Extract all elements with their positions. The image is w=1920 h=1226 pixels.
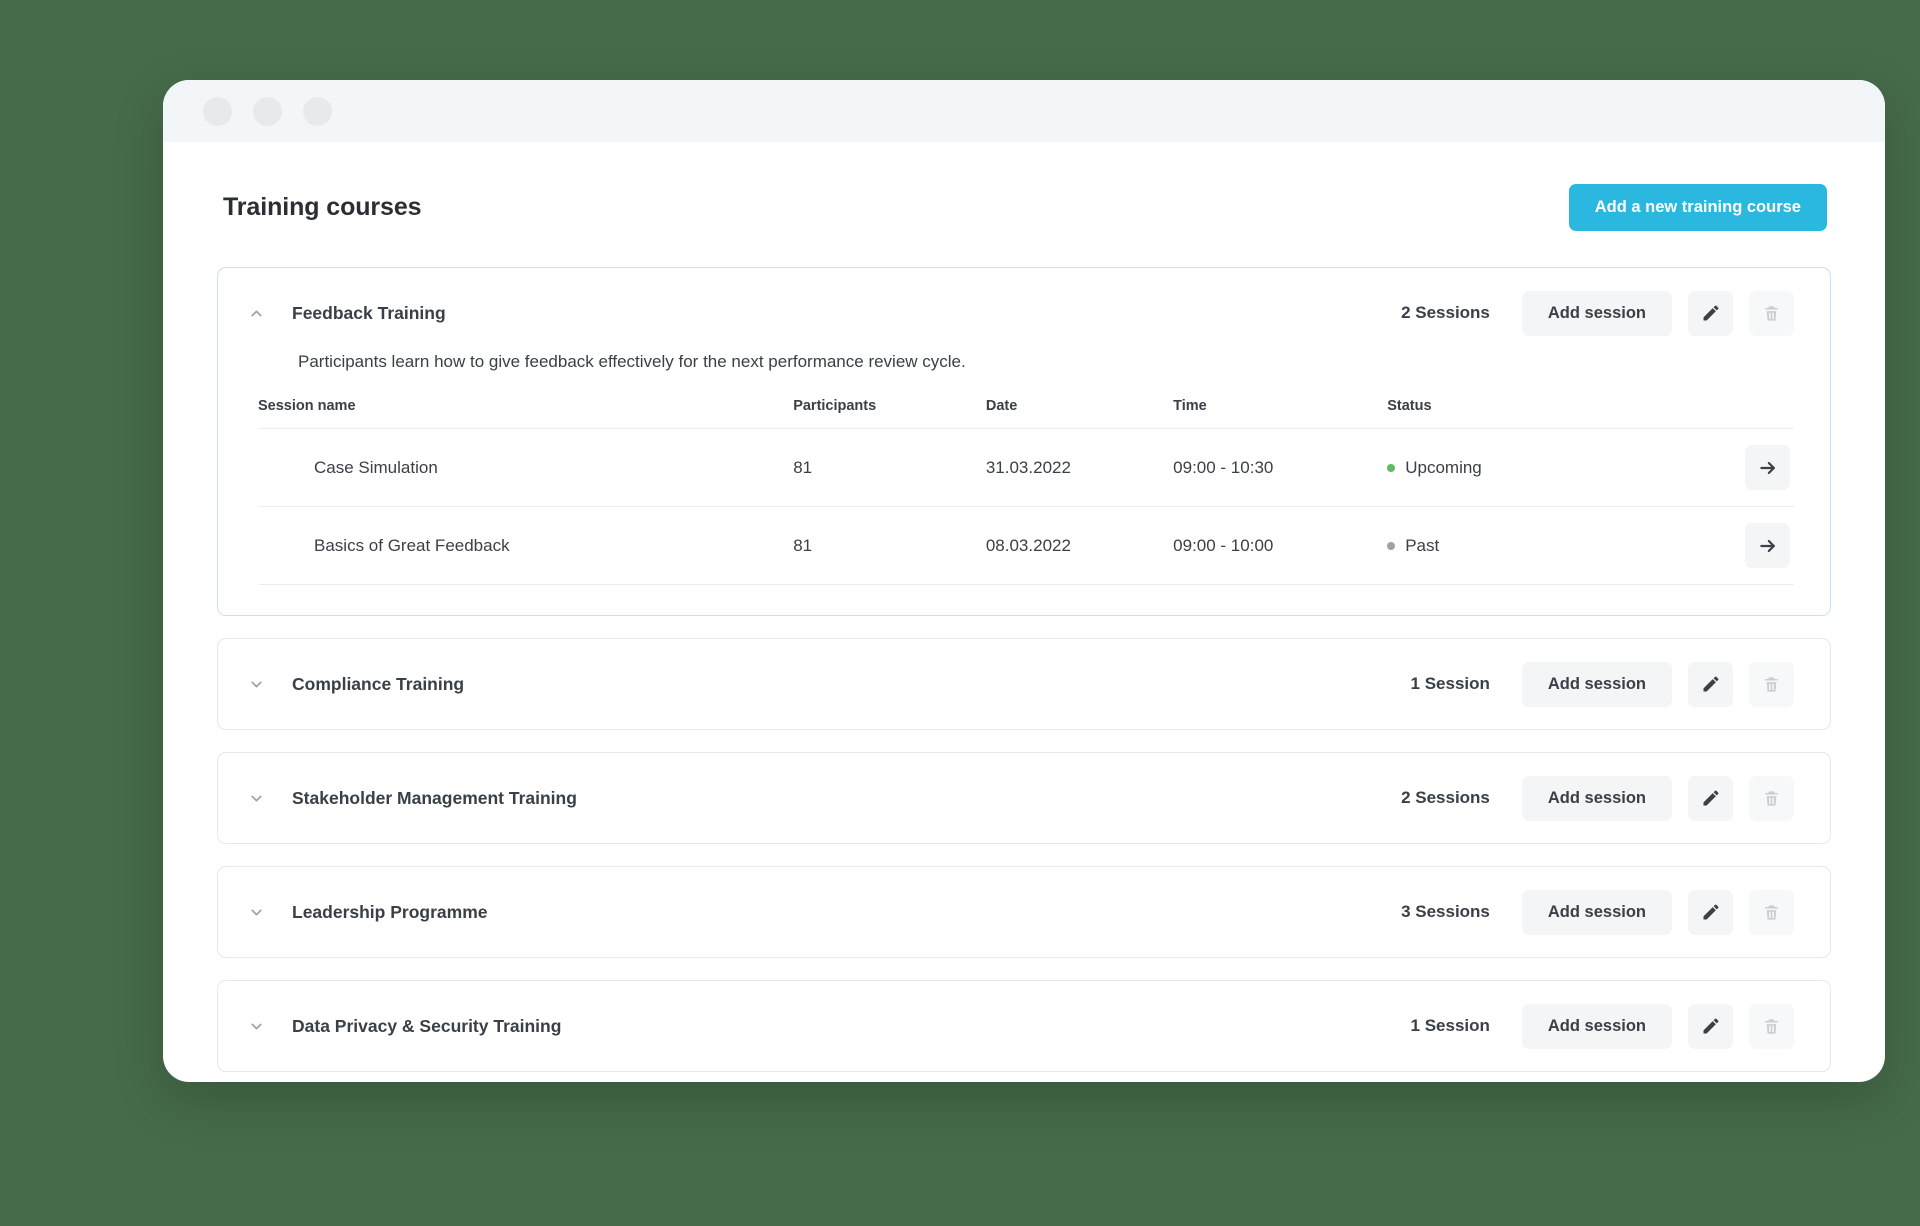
course-actions: 1 Session Add session <box>1410 1003 1794 1049</box>
open-session-button[interactable] <box>1745 445 1790 490</box>
add-session-button[interactable]: Add session <box>1521 661 1672 707</box>
course-title: Compliance Training <box>292 673 465 694</box>
course-card-header[interactable]: Leadership Programme 3 Sessions Add sessio… <box>218 867 1830 957</box>
column-header: Date <box>985 398 1174 429</box>
column-header: Participants <box>793 398 986 429</box>
time-cell: 09:00 - 10:30 <box>1173 428 1388 507</box>
course-list: Feedback Training 2 Sessions Add session Pa… <box>217 267 1831 1072</box>
course-card-header[interactable]: Compliance Training 1 Session Add session <box>218 639 1830 729</box>
delete-course-button[interactable] <box>1749 1003 1794 1049</box>
arrow-right-icon <box>1758 536 1778 556</box>
time-cell: 09:00 - 10:00 <box>1173 506 1388 585</box>
pencil-icon <box>1701 902 1721 922</box>
date-cell: 31.03.2022 <box>985 428 1174 507</box>
chevron-down-icon[interactable] <box>242 1018 270 1035</box>
column-header: Status <box>1387 398 1709 429</box>
delete-course-button[interactable] <box>1749 889 1794 935</box>
page-content: Training courses Add a new training cour… <box>163 142 1885 1072</box>
pencil-icon <box>1701 788 1721 808</box>
page-title: Training courses <box>223 192 422 221</box>
arrow-right-icon <box>1758 458 1778 478</box>
status-badge: Upcoming <box>1405 457 1482 477</box>
course-title: Stakeholder Management Training <box>292 787 577 808</box>
session-name-cell: Basics of Great Feedback <box>258 506 794 585</box>
date-cell: 08.03.2022 <box>985 506 1174 585</box>
course-title: Data Privacy & Security Training <box>292 1015 562 1036</box>
course-actions: 2 Sessions Add session <box>1401 775 1794 821</box>
add-session-button[interactable]: Add session <box>1521 775 1672 821</box>
column-header: Session name <box>258 398 794 429</box>
open-session-button[interactable] <box>1745 523 1790 568</box>
course-card-header[interactable]: Feedback Training 2 Sessions Add session <box>218 268 1830 358</box>
close-dot[interactable] <box>203 96 232 126</box>
status-dot-icon <box>1387 463 1396 472</box>
edit-course-button[interactable] <box>1688 775 1733 821</box>
column-header: Time <box>1173 398 1388 429</box>
chevron-down-icon[interactable] <box>242 904 270 921</box>
delete-course-button[interactable] <box>1749 661 1794 707</box>
course-card-header[interactable]: Stakeholder Management Training 2 Session… <box>218 753 1830 843</box>
edit-course-button[interactable] <box>1688 1003 1733 1049</box>
course-card: Leadership Programme 3 Sessions Add sessio… <box>217 866 1831 958</box>
participants-cell: 81 <box>793 506 986 585</box>
add-session-button[interactable]: Add session <box>1521 290 1672 336</box>
chevron-up-icon[interactable] <box>242 305 270 322</box>
column-header <box>1708 398 1794 429</box>
session-count-label: 2 Sessions <box>1401 303 1490 322</box>
course-actions: 3 Sessions Add session <box>1401 889 1794 935</box>
add-session-button[interactable]: Add session <box>1521 1003 1672 1049</box>
browser-window: Training courses Add a new training cour… <box>163 80 1885 1082</box>
course-description: Participants learn how to give feedback … <box>298 352 966 371</box>
session-go-cell <box>1708 506 1794 585</box>
chevron-down-icon[interactable] <box>242 790 270 807</box>
maximize-dot[interactable] <box>303 96 332 126</box>
minimize-dot[interactable] <box>253 96 282 126</box>
participants-cell: 81 <box>793 428 986 507</box>
delete-course-button[interactable] <box>1749 775 1794 821</box>
edit-course-button[interactable] <box>1688 661 1733 707</box>
window-titlebar <box>163 80 1885 142</box>
add-session-button[interactable]: Add session <box>1521 889 1672 935</box>
course-card: Compliance Training 1 Session Add session <box>217 638 1831 730</box>
course-actions: 2 Sessions Add session <box>1401 290 1794 336</box>
session-go-cell <box>1708 428 1794 507</box>
edit-course-button[interactable] <box>1688 290 1733 336</box>
course-card-header[interactable]: Data Privacy & Security Training 1 Sessio… <box>218 981 1830 1071</box>
page-header: Training courses Add a new training cour… <box>217 178 1831 236</box>
delete-course-button[interactable] <box>1749 290 1794 336</box>
status-badge: Past <box>1405 535 1440 555</box>
trash-icon <box>1762 675 1781 694</box>
course-card: Stakeholder Management Training 2 Session… <box>217 752 1831 844</box>
course-card: Feedback Training 2 Sessions Add session Pa… <box>217 267 1831 616</box>
status-dot-icon <box>1387 541 1396 550</box>
session-count-label: 1 Session <box>1410 674 1490 693</box>
session-count-label: 1 Session <box>1410 1016 1490 1035</box>
status-cell: Upcoming <box>1387 428 1709 507</box>
chevron-down-icon[interactable] <box>242 676 270 693</box>
course-actions: 1 Session Add session <box>1410 661 1794 707</box>
trash-icon <box>1762 903 1781 922</box>
add-new-training-course-button[interactable]: Add a new training course <box>1568 183 1827 231</box>
pencil-icon <box>1701 303 1721 323</box>
table-row[interactable]: Basics of Great Feedback 81 08.03.2022 09:0… <box>258 506 1794 585</box>
trash-icon <box>1762 1017 1781 1036</box>
trash-icon <box>1762 789 1781 808</box>
trash-icon <box>1762 304 1781 323</box>
pencil-icon <box>1701 1016 1721 1036</box>
course-card-body: Participants learn how to give feedback … <box>218 352 1830 615</box>
status-cell: Past <box>1387 506 1709 585</box>
sessions-table-header-row: Session name Participants Date Time Status <box>258 398 1794 429</box>
course-title: Feedback Training <box>292 302 446 323</box>
session-count-label: 2 Sessions <box>1401 788 1490 807</box>
session-count-label: 3 Sessions <box>1401 902 1490 921</box>
table-row[interactable]: Case Simulation 81 31.03.2022 09:00 - 10:30… <box>258 428 1794 507</box>
course-card: Data Privacy & Security Training 1 Sessio… <box>217 980 1831 1072</box>
course-title: Leadership Programme <box>292 901 488 922</box>
pencil-icon <box>1701 674 1721 694</box>
session-name-cell: Case Simulation <box>258 428 794 507</box>
edit-course-button[interactable] <box>1688 889 1733 935</box>
sessions-table: Session name Participants Date Time Status Ca… <box>258 398 1794 585</box>
